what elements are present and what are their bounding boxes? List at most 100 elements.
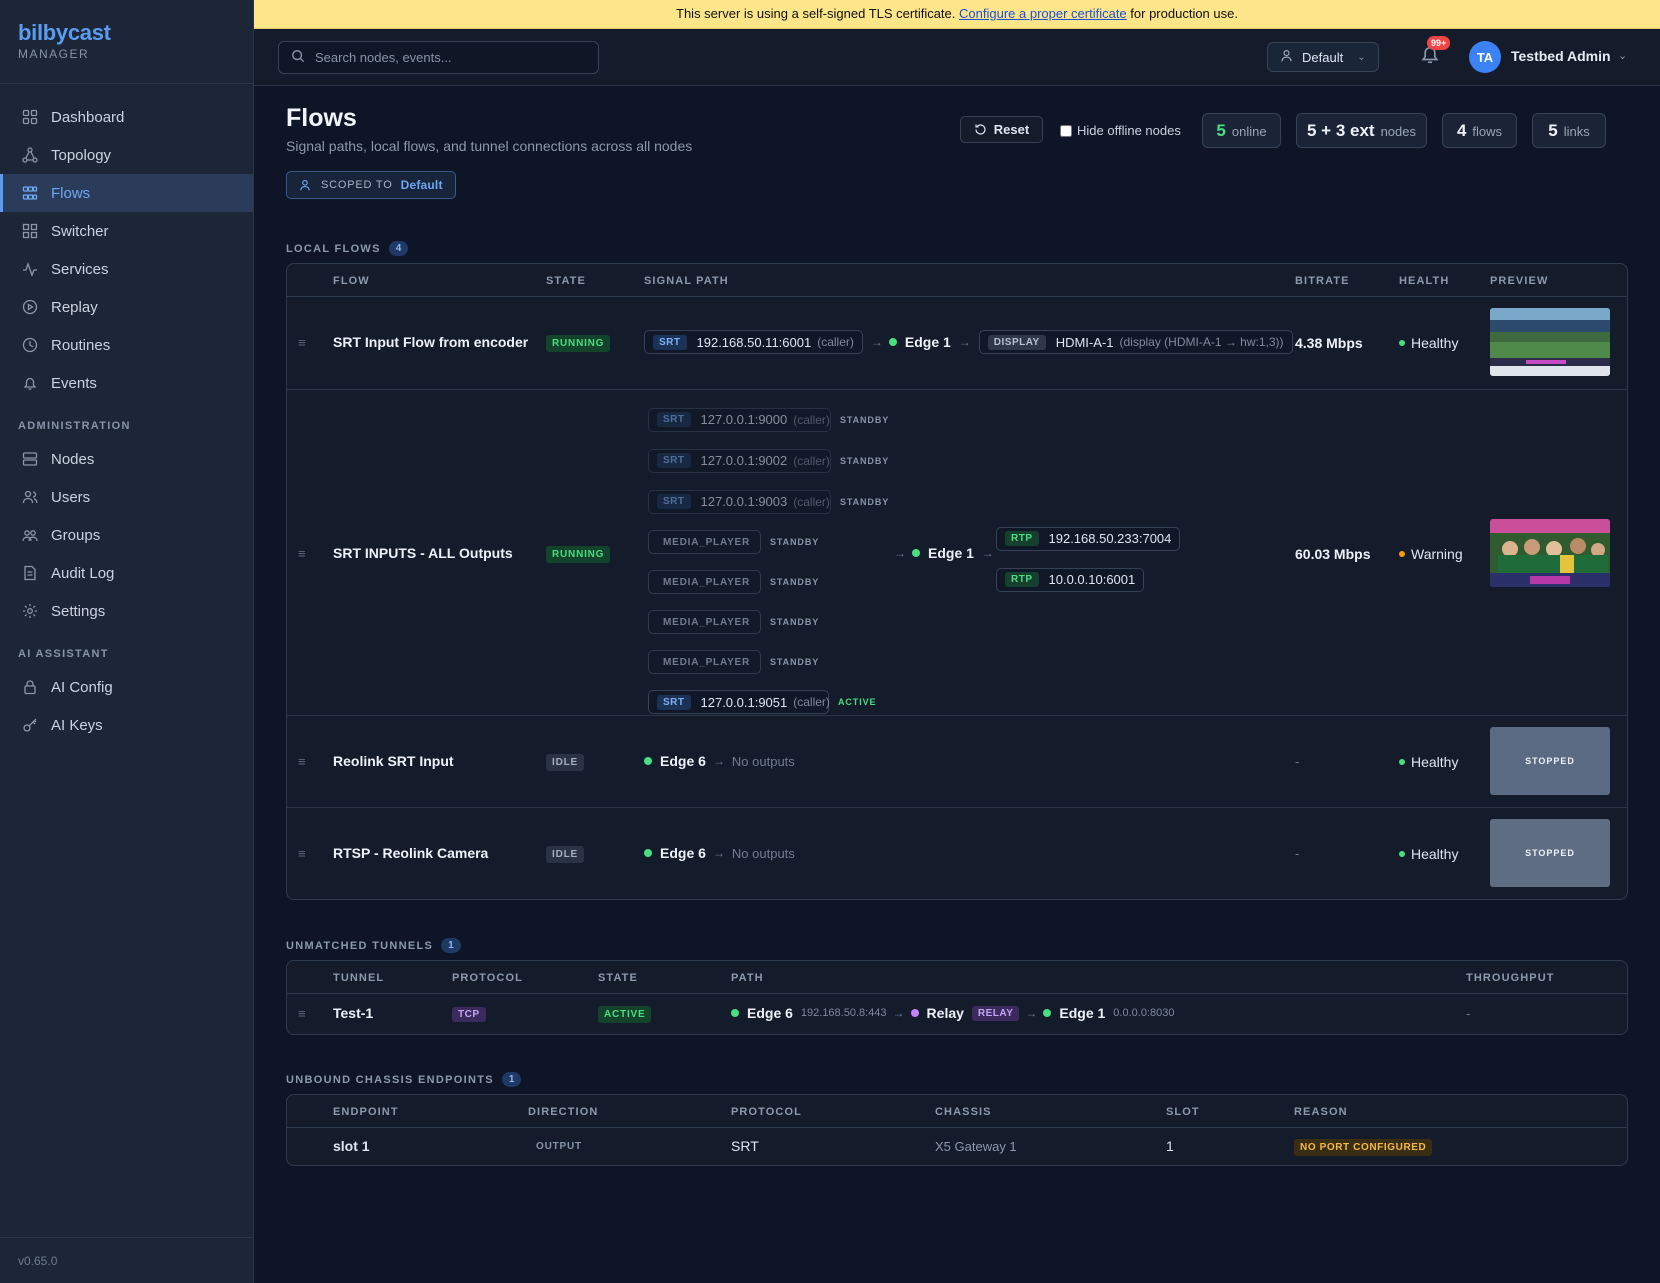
input-chip[interactable]: SRT 127.0.0.1:9002 (caller) (648, 448, 831, 473)
flow-name[interactable]: SRT Input Flow from encoder (333, 334, 528, 350)
input-status: STANDBY (840, 496, 890, 507)
direction-value: OUTPUT (536, 1141, 582, 1152)
tunnels-table: TUNNEL PROTOCOL STATE PATH THROUGHPUT ≡ … (286, 960, 1628, 1035)
avatar[interactable]: TA (1469, 41, 1501, 73)
sidebar-item-ai-config[interactable]: AI Config (0, 668, 253, 706)
preview-stopped[interactable]: STOPPED (1490, 819, 1610, 887)
input-mode: (caller) (793, 453, 830, 468)
node-name[interactable]: Edge 6 (747, 1005, 793, 1021)
tunnel-name[interactable]: Test-1 (333, 1005, 373, 1021)
sidebar-item-nodes[interactable]: Nodes (0, 440, 253, 478)
drag-handle-icon[interactable]: ≡ (298, 546, 306, 561)
hide-offline-toggle[interactable]: Hide offline nodes (1060, 123, 1181, 138)
table-row[interactable]: ≡ Reolink SRT Input IDLE Edge 6 → No out… (287, 716, 1627, 808)
section-label: UNBOUND CHASSIS ENDPOINTS (286, 1073, 494, 1086)
preview-stopped[interactable]: STOPPED (1490, 727, 1610, 795)
input-mode: (caller) (793, 494, 830, 509)
sidebar-item-groups[interactable]: Groups (0, 516, 253, 554)
bitrate-value: - (1295, 846, 1300, 861)
drag-handle-icon[interactable]: ≡ (298, 1006, 306, 1021)
state-badge: IDLE (546, 846, 584, 863)
table-header: FLOW STATE SIGNAL PATH BITRATE HEALTH PR… (287, 264, 1627, 297)
sidebar-item-topology[interactable]: Topology (0, 136, 253, 174)
scoped-to-badge[interactable]: SCOPED TO Default (286, 171, 456, 199)
search-input[interactable] (315, 50, 575, 65)
endpoint-name[interactable]: slot 1 (333, 1138, 370, 1154)
media-player-chip[interactable]: MEDIA_PLAYER (648, 650, 761, 674)
table-row[interactable]: ≡ SRT INPUTS - ALL Outputs RUNNING SRT 12… (287, 390, 1627, 716)
sidebar-item-ai-keys[interactable]: AI Keys (0, 706, 253, 744)
brand-name: bilbycast (18, 20, 111, 45)
section-label: UNMATCHED TUNNELS (286, 939, 434, 952)
drag-handle-icon[interactable]: ≡ (298, 335, 306, 350)
input-chip[interactable]: SRT 192.168.50.11:6001 (caller) (644, 330, 863, 354)
relay-name[interactable]: Relay (927, 1005, 964, 1021)
configure-certificate-link[interactable]: Configure a proper certificate (959, 6, 1127, 21)
crowd-preview-image (1490, 519, 1610, 587)
sidebar-item-routines[interactable]: Routines (0, 326, 253, 364)
table-row[interactable]: ≡ SRT Input Flow from encoder RUNNING SR… (287, 297, 1627, 390)
hide-offline-checkbox[interactable] (1060, 124, 1072, 137)
drag-handle-icon[interactable]: ≡ (298, 846, 306, 861)
protocol-tag: RTP (1005, 531, 1039, 546)
local-flows-heading: LOCAL FLOWS 4 (286, 241, 409, 256)
output-chip[interactable]: DISPLAY HDMI-A-1 (display (HDMI-A-1 → hw… (978, 330, 1293, 354)
column-header: BITRATE (1295, 275, 1350, 287)
node-name[interactable]: Edge 1 (905, 334, 951, 350)
sidebar-item-replay[interactable]: Replay (0, 288, 253, 326)
banner-text: This server is using a self-signed TLS c… (676, 6, 956, 21)
media-player-chip[interactable]: MEDIA_PLAYER (648, 570, 761, 594)
app-version: v0.65.0 (0, 1237, 253, 1283)
node-name[interactable]: Edge 6 (660, 845, 706, 861)
scoped-to-value: Default (400, 178, 443, 192)
table-row[interactable]: slot 1 OUTPUT SRT X5 Gateway 1 1 NO PORT… (287, 1128, 1627, 1165)
input-chip[interactable]: SRT 127.0.0.1:9051 (caller) (648, 690, 830, 714)
sidebar-item-dashboard[interactable]: Dashboard (0, 98, 253, 136)
chassis-value: X5 Gateway 1 (935, 1139, 1017, 1154)
output-address: 192.168.50.233:7004 (1048, 531, 1172, 546)
sidebar-item-audit-log[interactable]: Audit Log (0, 554, 253, 592)
media-player-chip[interactable]: MEDIA_PLAYER (648, 610, 761, 634)
preview-thumbnail[interactable] (1490, 308, 1610, 376)
stat-label: nodes (1380, 124, 1416, 139)
input-status: STANDBY (840, 414, 890, 425)
reset-button[interactable]: Reset (960, 116, 1043, 143)
sidebar-item-label: Audit Log (51, 564, 115, 582)
preview-thumbnail[interactable] (1490, 519, 1610, 587)
sidebar-item-services[interactable]: Services (0, 250, 253, 288)
scope-selector[interactable]: Default ⌄ (1267, 42, 1379, 72)
output-chip[interactable]: RTP 192.168.50.233:7004 (996, 526, 1181, 551)
table-row[interactable]: ≡ Test-1 TCP ACTIVE Edge 6 192.168.50.8:… (287, 994, 1627, 1034)
node-name[interactable]: Edge 1 (1059, 1005, 1105, 1021)
flow-name[interactable]: SRT INPUTS - ALL Outputs (333, 545, 513, 561)
local-flows-table: FLOW STATE SIGNAL PATH BITRATE HEALTH PR… (286, 263, 1628, 900)
input-chip[interactable]: SRT 127.0.0.1:9003 (caller) (648, 489, 831, 514)
sidebar-item-users[interactable]: Users (0, 478, 253, 516)
media-player-chip[interactable]: MEDIA_PLAYER (648, 530, 761, 554)
bitrate-value: - (1295, 754, 1300, 769)
node-name[interactable]: Edge 1 (928, 545, 974, 561)
stat-value: 5 (1548, 121, 1558, 140)
sidebar-item-events[interactable]: Events (0, 364, 253, 402)
flow-name[interactable]: RTSP - Reolink Camera (333, 845, 488, 861)
node-name[interactable]: Edge 6 (660, 753, 706, 769)
table-row[interactable]: ≡ RTSP - Reolink Camera IDLE Edge 6 → No… (287, 808, 1627, 899)
reason-badge: NO PORT CONFIGURED (1294, 1139, 1433, 1156)
input-chip[interactable]: SRT 127.0.0.1:9000 (caller) (648, 407, 831, 432)
flow-name[interactable]: Reolink SRT Input (333, 753, 454, 769)
health-label: Healthy (1411, 754, 1459, 770)
output-chip[interactable]: RTP 10.0.0.10:6001 (996, 567, 1145, 592)
brand[interactable]: bilbycast MANAGER (0, 0, 253, 84)
sidebar-item-settings[interactable]: Settings (0, 592, 253, 630)
sidebar-item-flows[interactable]: Flows (0, 174, 253, 212)
input-mode: (caller) (793, 412, 830, 427)
sidebar-section-ai-assistant: AI ASSISTANT (18, 648, 109, 660)
search-box[interactable] (278, 41, 599, 74)
chevron-down-icon[interactable]: ⌄ (1618, 49, 1627, 62)
drag-handle-icon[interactable]: ≡ (298, 754, 306, 769)
notification-count-badge: 99+ (1427, 36, 1451, 50)
chassis-table: ENDPOINT DIRECTION PROTOCOL CHASSIS SLOT… (286, 1094, 1628, 1166)
user-menu-name[interactable]: Testbed Admin (1511, 48, 1611, 64)
input-list: SRT 127.0.0.1:9000 (caller) STANDBY SRT 127… (648, 399, 889, 722)
sidebar-item-switcher[interactable]: Switcher (0, 212, 253, 250)
